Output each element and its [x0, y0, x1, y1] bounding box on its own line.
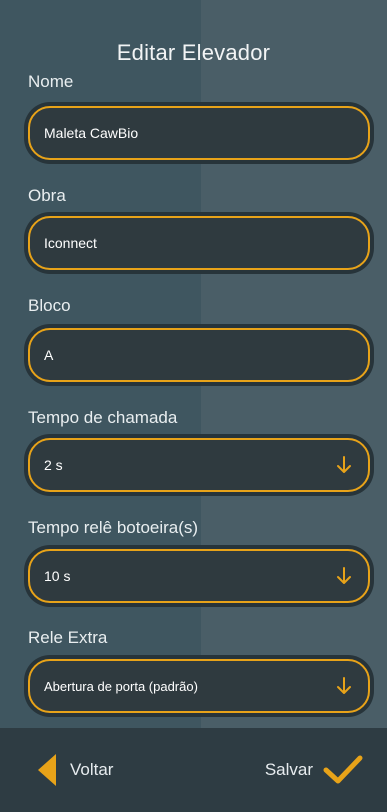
tempo-rele-value: 10 s	[44, 568, 71, 584]
bloco-label: Bloco	[28, 296, 71, 315]
back-button[interactable]: Voltar	[36, 753, 113, 787]
arrow-down-icon	[337, 456, 351, 473]
obra-label: Obra	[28, 186, 66, 205]
save-button[interactable]: Salvar	[265, 753, 363, 787]
nome-value: Maleta CawBio	[44, 125, 139, 141]
rele-extra-select[interactable]: Abertura de porta (padrão)	[28, 659, 370, 713]
page-title: Editar Elevador	[116, 40, 271, 65]
bloco-value: A	[44, 347, 54, 363]
tempo-rele-select[interactable]: 10 s	[28, 549, 370, 603]
tempo-chamada-select[interactable]: 2 s	[28, 438, 370, 492]
tempo-chamada-value: 2 s	[44, 457, 63, 473]
arrow-down-icon	[337, 567, 351, 584]
rele-extra-value: Abertura de porta (padrão)	[44, 678, 198, 694]
rele-extra-label: Rele Extra	[28, 628, 108, 647]
tempo-rele-label: Tempo relê botoeira(s)	[28, 518, 199, 537]
nome-label: Nome	[28, 72, 74, 91]
tempo-chamada-label: Tempo de chamada	[28, 408, 178, 427]
obra-value: Iconnect	[44, 235, 97, 251]
bottom-action-bar: Voltar Salvar	[0, 728, 387, 812]
arrow-down-icon	[337, 677, 351, 694]
obra-input[interactable]: Iconnect	[28, 216, 370, 270]
chevron-left-icon	[38, 754, 56, 786]
check-icon	[323, 755, 363, 784]
bloco-input[interactable]: A	[28, 328, 370, 382]
back-label: Voltar	[70, 760, 114, 779]
save-label: Salvar	[264, 760, 313, 779]
nome-input[interactable]: Maleta CawBio	[28, 106, 370, 160]
